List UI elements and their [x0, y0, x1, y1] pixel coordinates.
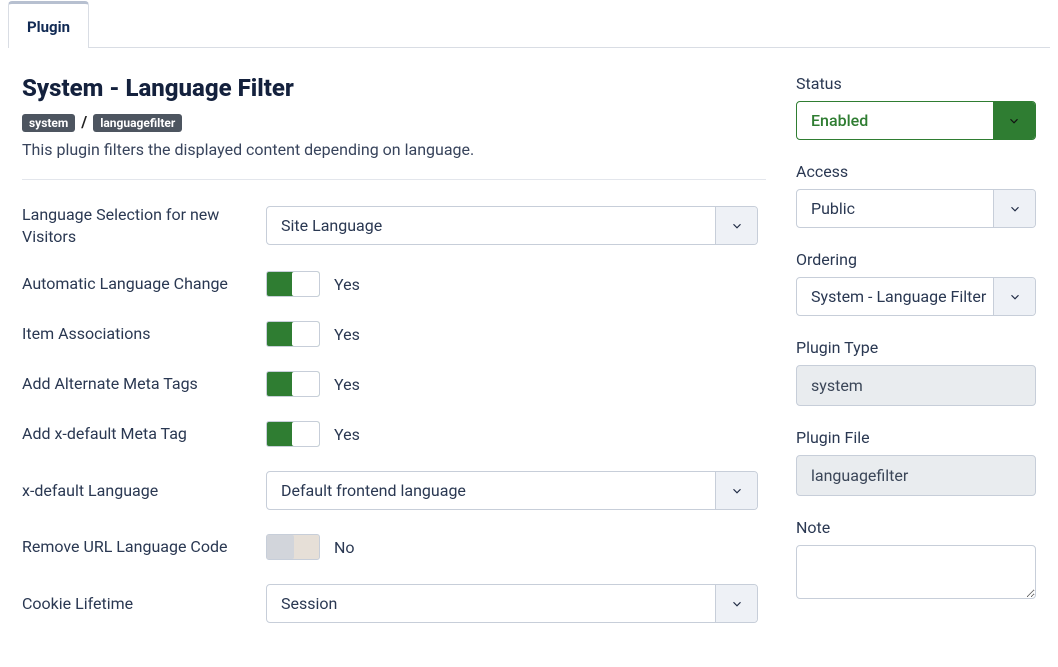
select-access-value: Public: [797, 190, 993, 227]
field-plugin-type: system: [796, 365, 1036, 406]
plugin-title: System - Language Filter: [22, 74, 766, 102]
label-cookie: Cookie Lifetime: [22, 593, 266, 615]
label-access: Access: [796, 162, 1036, 181]
toggle-item-assoc-text: Yes: [334, 325, 360, 344]
label-plugin-file: Plugin File: [796, 428, 1036, 447]
chevron-down-icon: [715, 207, 757, 244]
toggle-alt-meta[interactable]: [266, 371, 320, 397]
field-plugin-file: languagefilter: [796, 455, 1036, 496]
toggle-remove-url[interactable]: [266, 534, 320, 560]
plugin-description: This plugin filters the displayed conten…: [22, 140, 766, 159]
note-textarea[interactable]: [796, 545, 1036, 599]
label-lang-selection: Language Selection for new Visitors: [22, 204, 266, 247]
select-xdefault-lang[interactable]: Default frontend language: [266, 471, 758, 510]
toggle-xdefault-meta[interactable]: [266, 421, 320, 447]
chevron-down-icon: [993, 278, 1035, 315]
label-remove-url: Remove URL Language Code: [22, 536, 266, 558]
select-ordering[interactable]: System - Language Filter: [796, 277, 1036, 316]
toggle-xdefault-meta-text: Yes: [334, 425, 360, 444]
chevron-down-icon: [715, 585, 757, 622]
chevron-down-icon: [993, 190, 1035, 227]
plugin-path: system / languagefilter: [22, 112, 766, 132]
chevron-down-icon: [993, 102, 1035, 139]
chip-folder: system: [22, 114, 75, 132]
select-cookie-value: Session: [267, 585, 715, 622]
select-lang-selection[interactable]: Site Language: [266, 206, 758, 245]
toggle-alt-meta-text: Yes: [334, 375, 360, 394]
select-ordering-value: System - Language Filter: [797, 278, 993, 315]
tab-bar: Plugin: [8, 0, 1050, 48]
label-note: Note: [796, 518, 1036, 537]
select-status[interactable]: Enabled: [796, 101, 1036, 140]
toggle-item-assoc[interactable]: [266, 321, 320, 347]
chip-element: languagefilter: [93, 114, 182, 132]
toggle-auto-change-text: Yes: [334, 275, 360, 294]
label-alt-meta: Add Alternate Meta Tags: [22, 373, 266, 395]
label-xdefault-lang: x-default Language: [22, 480, 266, 502]
select-access[interactable]: Public: [796, 189, 1036, 228]
label-plugin-type: Plugin Type: [796, 338, 1036, 357]
select-lang-selection-value: Site Language: [267, 207, 715, 244]
select-xdefault-lang-value: Default frontend language: [267, 472, 715, 509]
toggle-auto-change[interactable]: [266, 271, 320, 297]
select-status-value: Enabled: [797, 102, 993, 139]
path-separator: /: [81, 112, 87, 131]
label-ordering: Ordering: [796, 250, 1036, 269]
divider: [22, 179, 766, 180]
label-xdefault-meta: Add x-default Meta Tag: [22, 423, 266, 445]
tab-plugin[interactable]: Plugin: [8, 1, 89, 48]
chevron-down-icon: [715, 472, 757, 509]
label-auto-change: Automatic Language Change: [22, 273, 266, 295]
label-item-assoc: Item Associations: [22, 323, 266, 345]
label-status: Status: [796, 74, 1036, 93]
toggle-remove-url-text: No: [334, 538, 355, 557]
select-cookie[interactable]: Session: [266, 584, 758, 623]
